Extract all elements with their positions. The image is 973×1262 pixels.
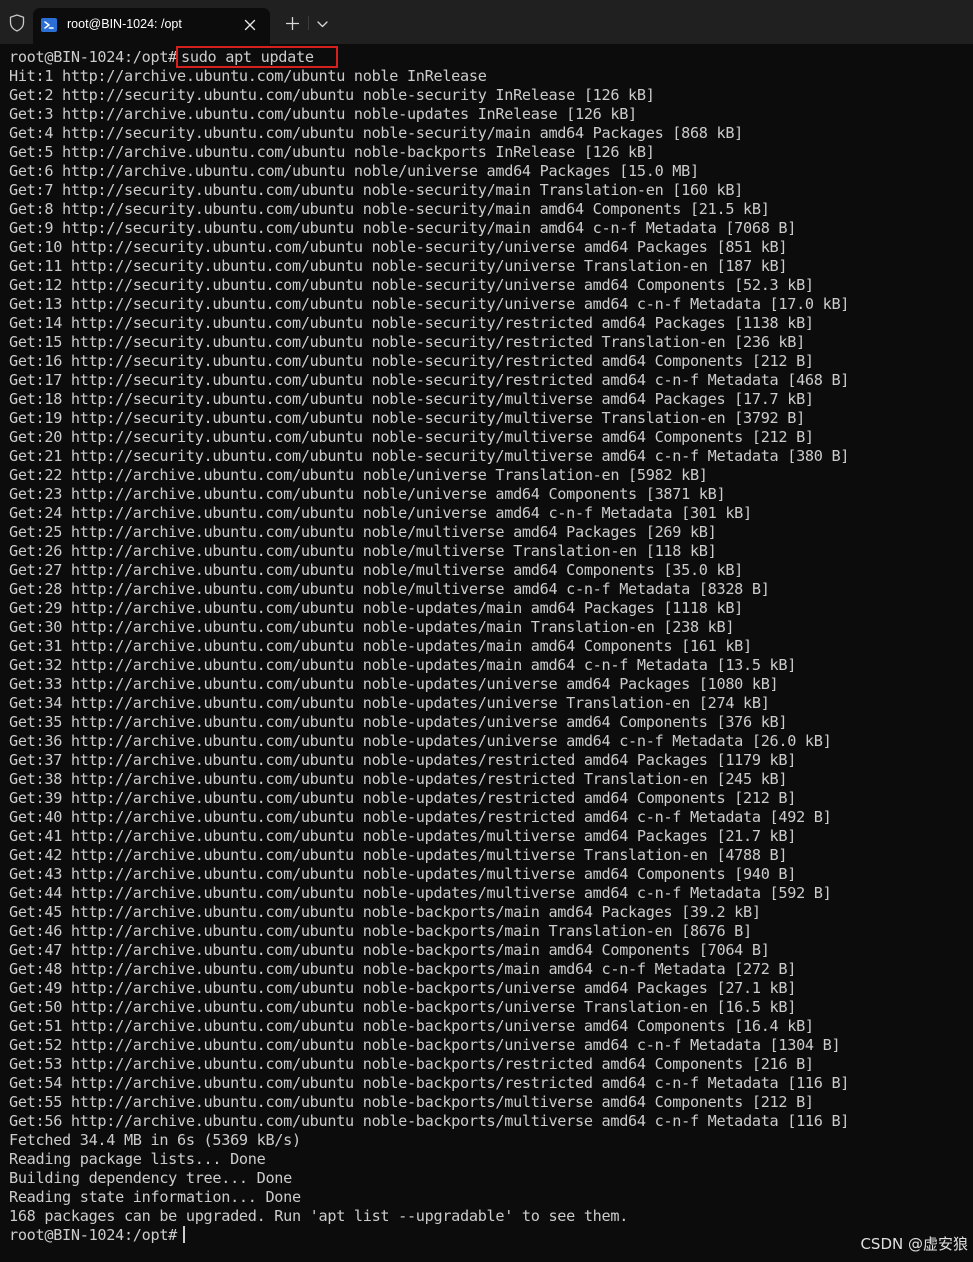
output-line: Get:51 http://archive.ubuntu.com/ubuntu … bbox=[9, 1017, 814, 1035]
output-line: Reading state information... Done bbox=[9, 1188, 301, 1206]
output-line: Get:43 http://archive.ubuntu.com/ubuntu … bbox=[9, 865, 797, 883]
output-line: Get:10 http://security.ubuntu.com/ubuntu… bbox=[9, 238, 788, 256]
output-line: Get:36 http://archive.ubuntu.com/ubuntu … bbox=[9, 732, 832, 750]
output-line: Get:39 http://archive.ubuntu.com/ubuntu … bbox=[9, 789, 797, 807]
output-line: Get:20 http://security.ubuntu.com/ubuntu… bbox=[9, 428, 814, 446]
prompt: root@BIN-1024:/opt# bbox=[9, 48, 178, 66]
output-line: Get:53 http://archive.ubuntu.com/ubuntu … bbox=[9, 1055, 814, 1073]
output-line: Get:45 http://archive.ubuntu.com/ubuntu … bbox=[9, 903, 761, 921]
text-cursor bbox=[183, 1226, 186, 1243]
plus-icon[interactable] bbox=[282, 13, 302, 33]
output-line: Get:49 http://archive.ubuntu.com/ubuntu … bbox=[9, 979, 797, 997]
output-line: Get:24 http://archive.ubuntu.com/ubuntu … bbox=[9, 504, 752, 522]
output-line: Get:54 http://archive.ubuntu.com/ubuntu … bbox=[9, 1074, 850, 1092]
output-line: Get:15 http://security.ubuntu.com/ubuntu… bbox=[9, 333, 805, 351]
output-line: Get:32 http://archive.ubuntu.com/ubuntu … bbox=[9, 656, 797, 674]
terminal-output[interactable]: root@BIN-1024:/opt# sudo apt update Hit:1… bbox=[9, 46, 969, 1245]
final-prompt-line: root@BIN-1024:/opt# bbox=[9, 1226, 969, 1245]
shield-icon[interactable] bbox=[6, 12, 28, 34]
output-line: Get:34 http://archive.ubuntu.com/ubuntu … bbox=[9, 694, 770, 712]
output-line: Get:37 http://archive.ubuntu.com/ubuntu … bbox=[9, 751, 797, 769]
output-line: Get:18 http://security.ubuntu.com/ubuntu… bbox=[9, 390, 814, 408]
terminal-window: root@BIN-1024: /opt root@BIN-1024:/opt# s… bbox=[0, 0, 973, 1262]
output-line: Get:8 http://security.ubuntu.com/ubuntu … bbox=[9, 200, 770, 218]
output-line: Get:9 http://security.ubuntu.com/ubuntu … bbox=[9, 219, 797, 237]
output-line: Get:12 http://security.ubuntu.com/ubuntu… bbox=[9, 276, 814, 294]
close-icon[interactable] bbox=[241, 16, 259, 34]
output-line: Get:23 http://archive.ubuntu.com/ubuntu … bbox=[9, 485, 726, 503]
output-line: Get:47 http://archive.ubuntu.com/ubuntu … bbox=[9, 941, 770, 959]
output-line: Get:52 http://archive.ubuntu.com/ubuntu … bbox=[9, 1036, 841, 1054]
output-line: Get:56 http://archive.ubuntu.com/ubuntu … bbox=[9, 1112, 850, 1130]
output-line: Get:38 http://archive.ubuntu.com/ubuntu … bbox=[9, 770, 788, 788]
output-line: Get:11 http://security.ubuntu.com/ubuntu… bbox=[9, 257, 788, 275]
output-line: Get:5 http://archive.ubuntu.com/ubuntu n… bbox=[9, 143, 655, 161]
output-line: Get:41 http://archive.ubuntu.com/ubuntu … bbox=[9, 827, 797, 845]
output-line: Get:21 http://security.ubuntu.com/ubuntu… bbox=[9, 447, 850, 465]
output-line: Get:4 http://security.ubuntu.com/ubuntu … bbox=[9, 124, 744, 142]
output-line: Get:6 http://archive.ubuntu.com/ubuntu n… bbox=[9, 162, 699, 180]
prompt: root@BIN-1024:/opt# bbox=[9, 1226, 178, 1244]
output-line: Get:17 http://security.ubuntu.com/ubuntu… bbox=[9, 371, 850, 389]
output-line: Get:48 http://archive.ubuntu.com/ubuntu … bbox=[9, 960, 797, 978]
output-line: Get:40 http://archive.ubuntu.com/ubuntu … bbox=[9, 808, 832, 826]
title-bar: root@BIN-1024: /opt bbox=[0, 0, 973, 44]
output-line: Get:44 http://archive.ubuntu.com/ubuntu … bbox=[9, 884, 832, 902]
output-line: Get:27 http://archive.ubuntu.com/ubuntu … bbox=[9, 561, 744, 579]
output-line: Get:13 http://security.ubuntu.com/ubuntu… bbox=[9, 295, 850, 313]
powershell-icon bbox=[41, 17, 57, 33]
output-line: Get:55 http://archive.ubuntu.com/ubuntu … bbox=[9, 1093, 814, 1111]
output-line: Get:50 http://archive.ubuntu.com/ubuntu … bbox=[9, 998, 797, 1016]
output-line: Get:19 http://security.ubuntu.com/ubuntu… bbox=[9, 409, 805, 427]
output-line: Get:14 http://security.ubuntu.com/ubuntu… bbox=[9, 314, 814, 332]
tab-title: root@BIN-1024: /opt bbox=[67, 17, 182, 31]
output-line: Get:16 http://security.ubuntu.com/ubuntu… bbox=[9, 352, 814, 370]
output-line: 168 packages can be upgraded. Run 'apt l… bbox=[9, 1207, 629, 1225]
output-line: Hit:1 http://archive.ubuntu.com/ubuntu n… bbox=[9, 67, 487, 85]
output-line: Get:7 http://security.ubuntu.com/ubuntu … bbox=[9, 181, 744, 199]
output-line: Get:46 http://archive.ubuntu.com/ubuntu … bbox=[9, 922, 752, 940]
output-line: Get:42 http://archive.ubuntu.com/ubuntu … bbox=[9, 846, 788, 864]
chevron-down-icon[interactable] bbox=[313, 15, 331, 33]
output-line: Get:22 http://archive.ubuntu.com/ubuntu … bbox=[9, 466, 708, 484]
output-line: Get:29 http://archive.ubuntu.com/ubuntu … bbox=[9, 599, 744, 617]
output-line: Get:31 http://archive.ubuntu.com/ubuntu … bbox=[9, 637, 752, 655]
output-line: Get:28 http://archive.ubuntu.com/ubuntu … bbox=[9, 580, 770, 598]
command-line: root@BIN-1024:/opt# sudo apt update bbox=[9, 46, 969, 68]
output-line: Reading package lists... Done bbox=[9, 1150, 266, 1168]
output-lines: Hit:1 http://archive.ubuntu.com/ubuntu n… bbox=[9, 67, 969, 1226]
command-text: sudo apt update bbox=[176, 46, 338, 68]
output-line: Get:3 http://archive.ubuntu.com/ubuntu n… bbox=[9, 105, 637, 123]
output-line: Fetched 34.4 MB in 6s (5369 kB/s) bbox=[9, 1131, 301, 1149]
output-line: Building dependency tree... Done bbox=[9, 1169, 292, 1187]
output-line: Get:2 http://security.ubuntu.com/ubuntu … bbox=[9, 86, 655, 104]
tab-divider bbox=[308, 16, 309, 30]
output-line: Get:30 http://archive.ubuntu.com/ubuntu … bbox=[9, 618, 735, 636]
output-line: Get:25 http://archive.ubuntu.com/ubuntu … bbox=[9, 523, 717, 541]
output-line: Get:33 http://archive.ubuntu.com/ubuntu … bbox=[9, 675, 779, 693]
output-line: Get:35 http://archive.ubuntu.com/ubuntu … bbox=[9, 713, 788, 731]
watermark: CSDN @虚安狼 bbox=[860, 1235, 968, 1253]
tab-terminal[interactable]: root@BIN-1024: /opt bbox=[33, 8, 270, 44]
output-line: Get:26 http://archive.ubuntu.com/ubuntu … bbox=[9, 542, 717, 560]
